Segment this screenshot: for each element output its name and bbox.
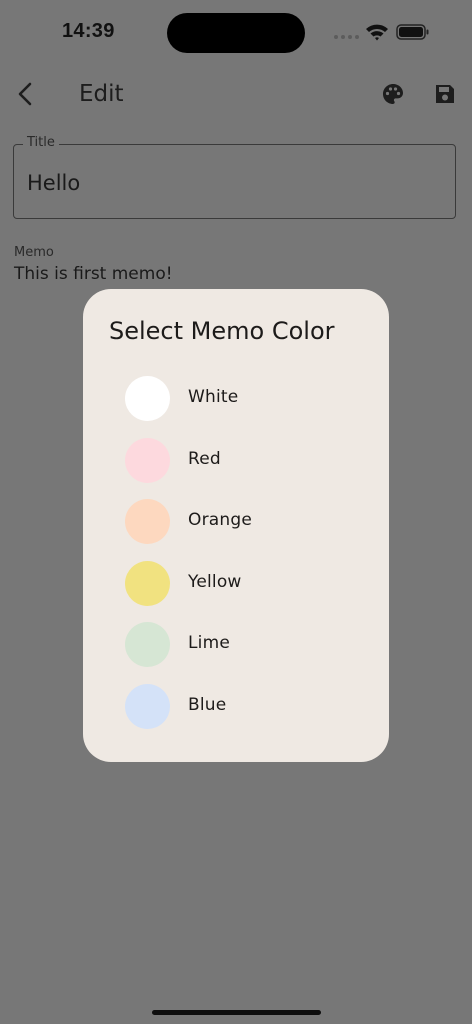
title-field-label: Title [23,135,59,150]
memo-text[interactable]: This is first memo! [14,264,173,284]
status-time: 14:39 [62,20,115,42]
status-bar: 14:39 [0,0,472,64]
battery-icon [396,23,430,41]
select-color-dialog: Select Memo Color White Red Orange Yello… [83,289,389,762]
app-bar: Edit [0,64,472,128]
color-option-white[interactable]: White [103,370,369,426]
color-option-orange[interactable]: Orange [103,493,369,549]
palette-icon [381,82,405,110]
color-option-red[interactable]: Red [103,432,369,488]
cellular-signal-icon [334,35,360,41]
color-option-yellow[interactable]: Yellow [103,555,369,611]
color-option-label: Red [188,449,221,469]
color-option-label: Yellow [188,572,242,592]
page-title: Edit [79,81,124,107]
color-option-label: Orange [188,510,253,530]
color-swatch[interactable] [125,561,170,606]
memo-label: Memo [14,245,54,260]
save-icon [434,83,456,109]
title-field-value[interactable]: Hello [27,171,80,195]
color-option-label: Blue [188,695,227,715]
color-swatch[interactable] [125,376,170,421]
dialog-title: Select Memo Color [109,317,335,345]
title-field[interactable]: Title Hello [13,135,456,219]
dynamic-island [167,13,305,53]
save-button[interactable] [428,78,462,114]
color-swatch[interactable] [125,499,170,544]
back-button[interactable] [8,78,42,114]
color-option-label: White [188,387,239,407]
chevron-left-icon [16,82,34,110]
color-swatch[interactable] [125,438,170,483]
palette-button[interactable] [376,78,410,114]
color-option-label: Lime [188,633,231,653]
color-swatch[interactable] [125,622,170,667]
wifi-icon [365,22,389,42]
home-indicator[interactable] [152,1010,321,1015]
color-swatch[interactable] [125,684,170,729]
color-option-blue[interactable]: Blue [103,678,369,734]
color-option-lime[interactable]: Lime [103,616,369,672]
